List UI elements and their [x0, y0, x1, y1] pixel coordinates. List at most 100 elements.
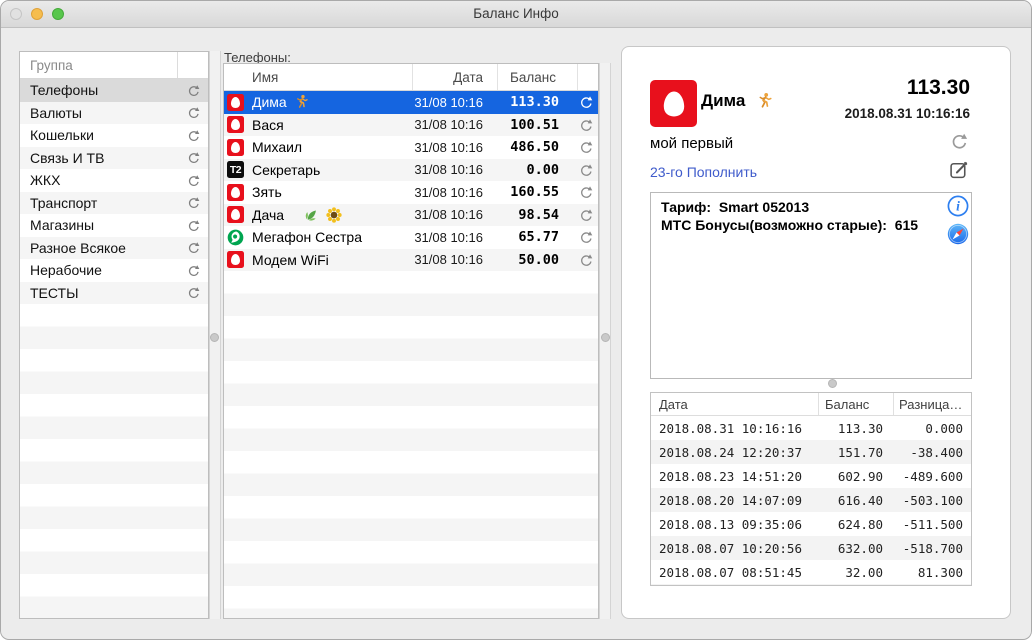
history-row[interactable]: 2018.08.24 12:20:37 151.70 -38.400	[651, 440, 971, 464]
refresh-icon[interactable]	[579, 230, 593, 244]
refresh-icon[interactable]	[950, 132, 968, 150]
topup-link[interactable]: 23-го Пополнить	[650, 164, 757, 180]
refresh-icon[interactable]	[187, 174, 200, 187]
phone-name: Модем WiFi	[252, 251, 329, 268]
refresh-icon[interactable]	[579, 118, 593, 132]
runner-icon	[755, 92, 773, 110]
sidebar-item-telefony[interactable]: Телефоны	[20, 79, 208, 102]
column-balance[interactable]: Баланс	[497, 64, 577, 90]
phone-row-megafon-sestra[interactable]: Мегафон Сестра 31/08 10:16 65.77	[224, 226, 598, 249]
history-row[interactable]: 2018.08.07 08:51:45 32.00 81.300	[651, 560, 971, 584]
phone-date: 31/08 10:16	[414, 117, 483, 133]
phone-date: 31/08 10:16	[414, 252, 483, 268]
refresh-icon[interactable]	[579, 253, 593, 267]
app-window: Баланс Инфо Группа Телефоны Валюты Кошел…	[0, 0, 1032, 640]
groups-list: Телефоны Валюты Кошельки Связь И ТВ ЖКХ …	[20, 79, 208, 618]
phone-row-dacha[interactable]: Дача 31/08 10:16 98.54	[224, 203, 598, 226]
refresh-icon[interactable]	[579, 185, 593, 199]
refresh-icon[interactable]	[187, 106, 200, 119]
history-row[interactable]: 2018.08.23 14:51:20 602.90 -489.600	[651, 464, 971, 488]
phone-row-zyat[interactable]: Зять 31/08 10:16 160.55	[224, 181, 598, 204]
phone-row-mikhail[interactable]: Михаил 31/08 10:16 486.50	[224, 136, 598, 159]
refresh-icon[interactable]	[187, 264, 200, 277]
column-balance[interactable]: Баланс	[818, 393, 893, 415]
history-row[interactable]: 2018.08.13 09:35:06 624.80 -511.500	[651, 512, 971, 536]
history-date: 2018.08.23 14:51:20	[659, 468, 802, 484]
mts-logo-icon	[227, 116, 244, 134]
sidebar-item-svyaz-i-tv[interactable]: Связь И ТВ	[20, 146, 208, 169]
group-label: Магазины	[30, 217, 95, 234]
column-name[interactable]: Имя	[252, 64, 412, 90]
edit-icon[interactable]	[949, 159, 970, 180]
splitter-handle[interactable]	[210, 333, 219, 342]
groups-header-label: Группа	[30, 57, 73, 73]
splitter-handle[interactable]	[828, 379, 837, 388]
phone-date: 31/08 10:16	[414, 162, 483, 178]
history-date: 2018.08.24 12:20:37	[659, 444, 802, 460]
groups-header[interactable]: Группа	[20, 52, 208, 79]
history-row[interactable]: 2018.08.31 10:16:16 113.30 0.000	[651, 416, 971, 440]
mts-logo-icon	[227, 93, 244, 111]
refresh-icon[interactable]	[187, 129, 200, 142]
phone-balance: 160.55	[510, 184, 559, 201]
refresh-icon[interactable]	[187, 219, 200, 232]
column-refresh	[577, 64, 598, 90]
sidebar-item-raznoe-vsyakoe[interactable]: Разное Всякое	[20, 236, 208, 259]
phones-table-header: Имя Дата Баланс	[224, 64, 598, 91]
history-difference: 0.000	[925, 420, 963, 436]
column-date[interactable]: Дата	[412, 64, 497, 90]
history-row[interactable]: 2018.08.07 10:20:56 632.00 -518.700	[651, 536, 971, 560]
refresh-icon[interactable]	[187, 241, 200, 254]
phone-row-sekretar[interactable]: Т2 Секретарь 31/08 10:16 0.00	[224, 158, 598, 181]
history-date: 2018.08.07 10:20:56	[659, 540, 802, 556]
mts-logo-icon	[227, 183, 244, 201]
sidebar-item-nerabochie[interactable]: Нерабочие	[20, 259, 208, 282]
groups-panel: Группа Телефоны Валюты Кошельки Связь И …	[19, 51, 209, 619]
tariff-info-box[interactable]: Тариф: Smart 052013 МТС Бонусы(возможно …	[650, 192, 972, 379]
history-row[interactable]: 2018.08.20 14:07:09 616.40 -503.100	[651, 488, 971, 512]
column-date[interactable]: Дата	[651, 397, 818, 412]
refresh-icon[interactable]	[579, 95, 593, 109]
sidebar-item-magaziny[interactable]: Магазины	[20, 214, 208, 237]
splitter-handle[interactable]	[601, 333, 610, 342]
phone-row-modem-wifi[interactable]: Модем WiFi 31/08 10:16 50.00	[224, 248, 598, 271]
history-date: 2018.08.13 09:35:06	[659, 516, 802, 532]
history-date: 2018.08.31 10:16:16	[659, 420, 802, 436]
history-row[interactable]: 2018.08.05 15:04:41 24.40 79.300	[651, 584, 971, 585]
group-label: Разное Всякое	[30, 239, 126, 256]
sidebar-item-testy[interactable]: ТЕСТЫ	[20, 281, 208, 304]
refresh-icon[interactable]	[187, 286, 200, 299]
column-difference[interactable]: Разница…	[893, 393, 971, 415]
history-balance: 632.00	[837, 540, 883, 556]
history-balance: 624.80	[837, 516, 883, 532]
phone-row-dima[interactable]: Дима 31/08 10:16 113.30	[224, 91, 598, 114]
phone-row-vasya[interactable]: Вася 31/08 10:16 100.51	[224, 113, 598, 136]
sidebar-item-zhkh[interactable]: ЖКХ	[20, 169, 208, 192]
tele2-logo-icon: Т2	[227, 161, 244, 179]
phones-list: Дима 31/08 10:16 113.30 Вася 31/08 10:16…	[224, 91, 598, 618]
phone-balance: 98.54	[518, 206, 559, 223]
phone-date: 31/08 10:16	[414, 139, 483, 155]
group-label: Нерабочие	[30, 262, 102, 279]
history-rows: 2018.08.31 10:16:16 113.30 0.000 2018.08…	[651, 416, 971, 585]
sidebar-item-transport[interactable]: Транспорт	[20, 191, 208, 214]
title-bar: Баланс Инфо	[1, 1, 1031, 28]
refresh-icon[interactable]	[187, 84, 200, 97]
refresh-icon[interactable]	[579, 208, 593, 222]
refresh-icon[interactable]	[187, 151, 200, 164]
megafon-logo-icon	[227, 229, 244, 246]
refresh-icon[interactable]	[579, 163, 593, 177]
phone-name: Дача	[252, 206, 285, 223]
phone-date: 31/08 10:16	[414, 94, 483, 110]
phone-name: Вася	[252, 116, 284, 133]
refresh-icon[interactable]	[187, 196, 200, 209]
history-date: 2018.08.20 14:07:09	[659, 492, 802, 508]
refresh-icon[interactable]	[579, 140, 593, 154]
sidebar-item-valyuty[interactable]: Валюты	[20, 101, 208, 124]
safari-compass-icon[interactable]	[947, 223, 969, 245]
mts-logo-icon	[227, 251, 244, 269]
sidebar-item-koshelki[interactable]: Кошельки	[20, 124, 208, 147]
history-balance: 32.00	[845, 564, 883, 580]
phone-balance: 65.77	[518, 229, 559, 246]
info-icon[interactable]	[947, 195, 969, 217]
